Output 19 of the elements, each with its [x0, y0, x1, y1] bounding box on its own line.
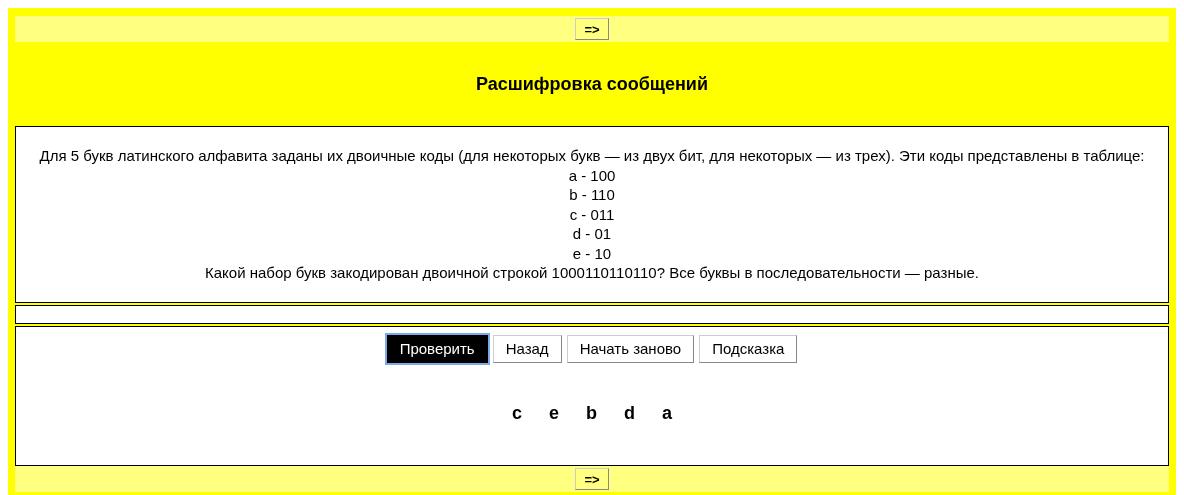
answer-letter: e	[549, 402, 559, 425]
next-button[interactable]: =>	[575, 18, 609, 40]
task-text: a - 100	[568, 165, 616, 186]
task-text: c - 011	[569, 204, 615, 225]
task-text: Для 5 букв латинского алфавита заданы их двоичные коды (для некоторых букв — из двух бит, для некоторых — из трех). Эти коды представлены в таблице:	[39, 146, 1145, 166]
page-title: Расшифровка сообщений	[476, 72, 708, 96]
action-button[interactable]: Подсказка	[699, 335, 798, 363]
next-button[interactable]: =>	[575, 468, 609, 490]
action-button[interactable]: Начать заново	[566, 335, 695, 363]
answer-letter: c	[511, 402, 522, 425]
action-button[interactable]: Назад	[492, 335, 562, 363]
task-text: e - 10	[572, 243, 612, 264]
task-text: Какой набор букв закодирован двоичной строкой 1000110110110? Все буквы в последовательности — разные.	[205, 263, 979, 283]
answer-letter: d	[624, 402, 635, 425]
task-text: b - 110	[569, 185, 615, 205]
action-button[interactable]: Проверить	[386, 335, 488, 363]
task-text: d - 01	[572, 224, 612, 244]
answer-letter: a	[662, 402, 672, 425]
answer-letter: b	[586, 402, 597, 425]
